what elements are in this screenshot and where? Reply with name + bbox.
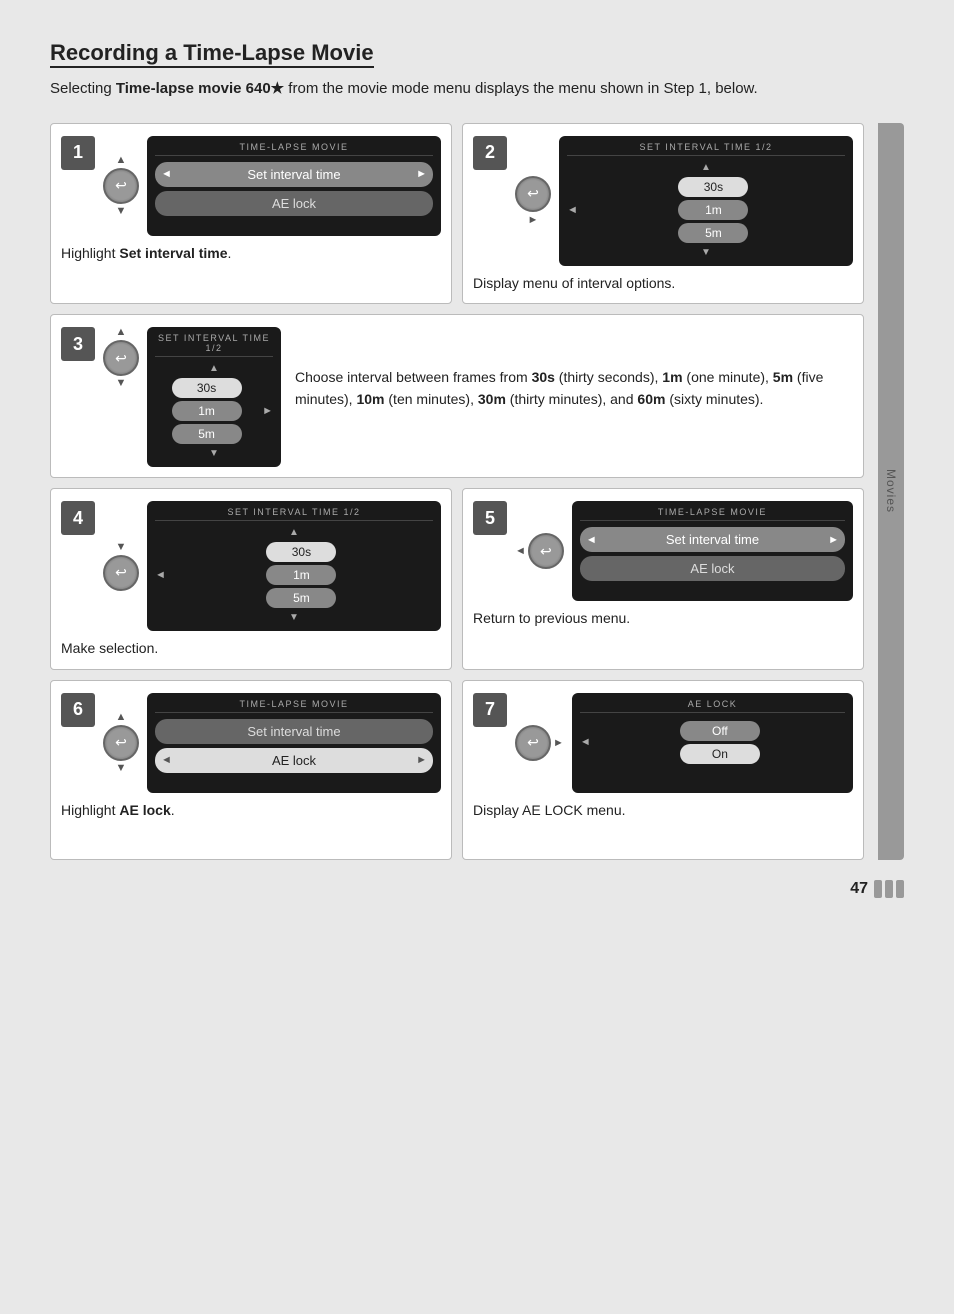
interval-5m-3: 5m [172, 424, 242, 444]
step-4-screen: SET INTERVAL TIME 1/2 ▲ ◄ 30s 1m 5m ▼ [147, 501, 441, 631]
step-1-screen: TIME-LAPSE MOVIE ◄ Set interval time ► A… [147, 136, 441, 236]
interval-1m-4: 1m [266, 565, 336, 585]
down-arrow-icon-3: ▼ [116, 378, 127, 389]
step-7-caption: Display AE LOCK menu. [473, 801, 626, 821]
screen-title-5: TIME-LAPSE MOVIE [580, 507, 845, 521]
ae-on: On [680, 744, 760, 764]
menu-set-interval-1: ◄ Set interval time ► [155, 162, 433, 187]
down-arrow-icon-4: ▼ [116, 542, 127, 553]
interval-1m-3: 1m [172, 401, 242, 421]
ok-button-icon-2: ↩ [515, 176, 551, 212]
down-arrow-icon-6: ▼ [116, 763, 127, 774]
menu-ae-lock-6: ◄ AE lock ► [155, 748, 433, 773]
step-4-cell: 4 ▼ ↩ SET INTERVAL TIME 1/2 ▲ ◄ 30s [50, 488, 452, 670]
step-2-cell: 2 ↩ ► SET INTERVAL TIME 1/2 ▲ ◄ 30s [462, 123, 864, 305]
intro-text: Selecting Time-lapse movie 640★ from the… [50, 78, 904, 101]
step-7-screen: AE LOCK ◄ Off On [572, 693, 853, 793]
ok-button-icon-7: ↩ [515, 725, 551, 761]
step-6-badge: 6 [61, 693, 95, 727]
screen-title-7: AE LOCK [580, 699, 845, 713]
menu-ae-lock-1: AE lock [155, 191, 433, 216]
interval-5m-4: 5m [266, 588, 336, 608]
interval-5m: 5m [678, 223, 748, 243]
up-arrow-icon-3: ▲ [116, 327, 127, 338]
sidebar-movies-label: Movies [878, 123, 904, 860]
screen-title-6: TIME-LAPSE MOVIE [155, 699, 433, 713]
step-2-badge: 2 [473, 136, 507, 170]
page-title: Recording a Time-Lapse Movie [50, 40, 374, 68]
menu-ae-lock-5: AE lock [580, 556, 845, 581]
screen-title-2: SET INTERVAL TIME 1/2 [567, 142, 845, 156]
step-1-cell: 1 ▲ ↩ ▼ TIME-LAPSE MOVIE ◄ Set interval … [50, 123, 452, 305]
step-3-caption: Choose interval between frames from 30s … [281, 367, 853, 410]
step-2-screen: SET INTERVAL TIME 1/2 ▲ ◄ 30s 1m 5m ▼ [559, 136, 853, 266]
step-6-nav: ▲ ↩ ▼ [103, 712, 139, 774]
ok-button-icon: ↩ [103, 168, 139, 204]
interval-30s: 30s [678, 177, 748, 197]
up-arrow-icon: ▲ [116, 155, 127, 166]
page-number: 47 [850, 880, 868, 898]
menu-set-interval-6: Set interval time [155, 719, 433, 744]
step-7-nav: ↩ ► [515, 725, 564, 761]
ok-button-icon-3: ↩ [103, 340, 139, 376]
menu-set-interval-5: ◄ Set interval time ► [580, 527, 845, 552]
interval-30s-3: 30s [172, 378, 242, 398]
interval-30s-4: 30s [266, 542, 336, 562]
step-6-caption: Highlight AE lock. [61, 801, 175, 821]
step-1-caption: Highlight Set interval time. [61, 244, 231, 264]
step-2-caption: Display menu of interval options. [473, 274, 675, 294]
step-1-badge: 1 [61, 136, 95, 170]
page-number-row: 47 [50, 880, 904, 898]
interval-1m: 1m [678, 200, 748, 220]
step-5-nav: ◄ ↩ [515, 533, 564, 569]
screen-title-3: SET INTERVAL TIME 1/2 [155, 333, 273, 357]
step-3-screen: SET INTERVAL TIME 1/2 ▲ 30s 1m 5m ► [147, 327, 281, 467]
page-bar-3 [896, 880, 904, 898]
step-7-badge: 7 [473, 693, 507, 727]
step-3-cell: 3 ▲ ↩ ▼ SET INTERVAL TIME 1/2 ▲ [50, 314, 864, 478]
step-6-cell: 6 ▲ ↩ ▼ TIME-LAPSE MOVIE Set interval ti… [50, 680, 452, 860]
page-bar-1 [874, 880, 882, 898]
down-arrow-icon: ▼ [116, 206, 127, 217]
step-4-badge: 4 [61, 501, 95, 535]
screen-title-4: SET INTERVAL TIME 1/2 [155, 507, 433, 521]
page-bar-2 [885, 880, 893, 898]
screen-title-1: TIME-LAPSE MOVIE [155, 142, 433, 156]
step-6-screen: TIME-LAPSE MOVIE Set interval time ◄ AE … [147, 693, 441, 793]
step-5-caption: Return to previous menu. [473, 609, 630, 629]
up-arrow-icon-6: ▲ [116, 712, 127, 723]
ok-button-icon-4: ↩ [103, 555, 139, 591]
step-7-cell: 7 ↩ ► AE LOCK ◄ Off On [462, 680, 864, 860]
step-5-cell: 5 ◄ ↩ TIME-LAPSE MOVIE ◄ Set interval ti… [462, 488, 864, 670]
step-3-badge: 3 [61, 327, 95, 361]
step-4-nav: ▼ ↩ [103, 542, 139, 591]
ae-off: Off [680, 721, 760, 741]
step-3-nav: ▲ ↩ ▼ [103, 327, 139, 389]
step-5-screen: TIME-LAPSE MOVIE ◄ Set interval time ► A… [572, 501, 853, 601]
step-1-nav: ▲ ↩ ▼ [103, 155, 139, 217]
step-2-nav: ↩ ► [515, 176, 551, 226]
ok-button-icon-6: ↩ [103, 725, 139, 761]
step-4-caption: Make selection. [61, 639, 158, 659]
page-bars [874, 880, 904, 898]
ok-button-icon-5: ↩ [528, 533, 564, 569]
step-5-badge: 5 [473, 501, 507, 535]
